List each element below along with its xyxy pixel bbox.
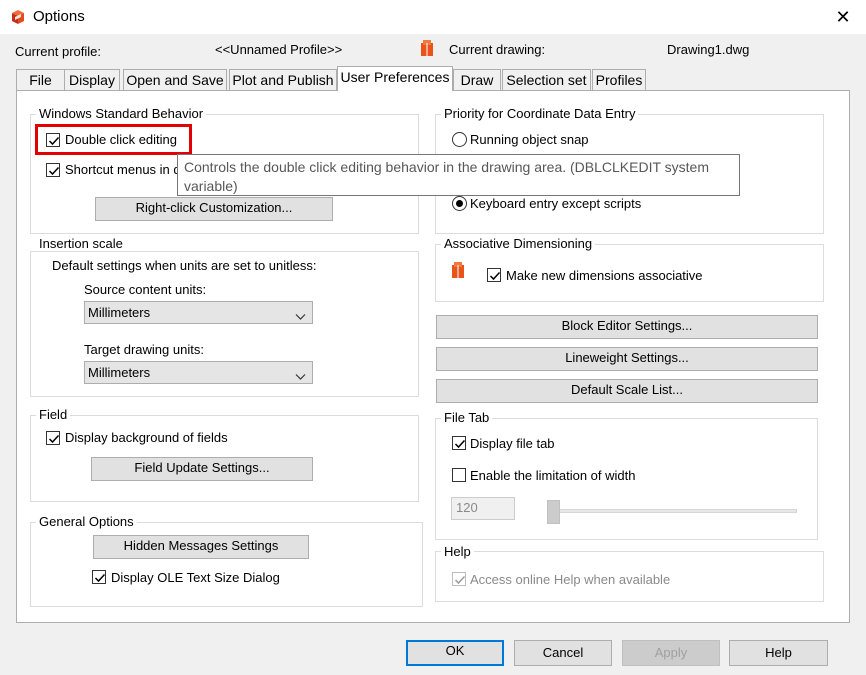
current-profile-label: Current profile: — [15, 44, 101, 59]
shortcut-menus-checkbox[interactable] — [46, 163, 60, 177]
current-drawing-label: Current drawing: — [449, 42, 546, 57]
make-associative-checkbox[interactable] — [487, 268, 501, 282]
tab-plot-and-publish[interactable]: Plot and Publish — [229, 69, 337, 90]
apply-button[interactable]: Apply — [622, 640, 720, 666]
check-icon — [454, 575, 466, 585]
check-icon — [489, 271, 501, 281]
make-associative-label: Make new dimensions associative — [506, 268, 703, 283]
tab-display[interactable]: Display — [64, 69, 120, 90]
limit-width-checkbox[interactable] — [452, 468, 466, 482]
source-units-label: Source content units: — [84, 282, 207, 297]
access-online-help-label: Access online Help when available — [470, 572, 671, 587]
running-snap-label: Running object snap — [470, 132, 589, 147]
tab-selection-set[interactable]: Selection set — [502, 69, 591, 90]
hidden-messages-settings-button[interactable]: Hidden Messages Settings — [93, 535, 309, 559]
close-icon: ✕ — [835, 7, 851, 27]
tab-file[interactable]: File — [16, 69, 65, 90]
file-tab-title: File Tab — [441, 410, 493, 425]
current-profile-value: <<Unnamed Profile>> — [215, 42, 343, 57]
windows-behavior-title: Windows Standard Behavior — [36, 106, 207, 121]
width-slider-thumb[interactable] — [547, 500, 560, 524]
access-online-help-checkbox[interactable] — [452, 572, 466, 586]
drawing-file-icon — [451, 262, 465, 279]
display-background-label: Display background of fields — [65, 430, 228, 445]
target-units-value: Millimeters — [88, 365, 151, 380]
display-file-tab-checkbox[interactable] — [452, 436, 466, 450]
cancel-button[interactable]: Cancel — [514, 640, 612, 666]
insertion-scale-description: Default settings when units are set to u… — [52, 258, 317, 273]
help-button[interactable]: Help — [729, 640, 828, 666]
check-icon — [48, 434, 60, 444]
lineweight-settings-button[interactable]: Lineweight Settings... — [436, 347, 818, 371]
check-icon — [454, 439, 466, 449]
tooltip: Controls the double click editing behavi… — [177, 154, 740, 196]
width-slider-track[interactable] — [551, 509, 797, 513]
running-snap-radio[interactable] — [452, 132, 467, 147]
tab-user-preferences[interactable]: User Preferences — [337, 66, 453, 91]
source-units-select[interactable]: Millimeters — [84, 301, 313, 324]
highlight-box — [35, 124, 192, 155]
display-file-tab-label: Display file tab — [470, 436, 555, 451]
drawing-file-icon — [420, 40, 434, 57]
title-bar — [0, 0, 866, 34]
check-icon — [94, 573, 106, 583]
check-icon — [48, 166, 60, 176]
shortcut-menus-label: Shortcut menus in d — [65, 162, 181, 177]
limit-width-label: Enable the limitation of width — [470, 468, 636, 483]
associative-title: Associative Dimensioning — [441, 236, 596, 251]
tab-draw[interactable]: Draw — [453, 69, 501, 90]
right-click-customization-button[interactable]: Right-click Customization... — [95, 197, 333, 221]
width-value-input[interactable]: 120 — [451, 497, 515, 520]
help-title: Help — [441, 544, 474, 559]
app-logo-icon — [10, 9, 26, 25]
tab-profiles[interactable]: Profiles — [592, 69, 646, 90]
priority-title: Priority for Coordinate Data Entry — [441, 106, 639, 121]
field-update-settings-button[interactable]: Field Update Settings... — [91, 457, 313, 481]
tab-open-and-save[interactable]: Open and Save — [123, 69, 227, 90]
chevron-down-icon — [295, 307, 306, 328]
keyboard-except-scripts-radio[interactable] — [452, 196, 467, 211]
radio-selected-dot — [456, 200, 463, 207]
window-title: Options — [33, 8, 85, 25]
chevron-down-icon — [295, 367, 306, 388]
source-units-value: Millimeters — [88, 305, 151, 320]
close-button[interactable]: ✕ — [828, 4, 858, 30]
block-editor-settings-button[interactable]: Block Editor Settings... — [436, 315, 818, 339]
current-drawing-value: Drawing1.dwg — [667, 42, 750, 57]
target-units-select[interactable]: Millimeters — [84, 361, 313, 384]
display-ole-checkbox[interactable] — [92, 570, 106, 584]
field-title: Field — [36, 407, 71, 422]
display-ole-label: Display OLE Text Size Dialog — [111, 570, 280, 585]
target-units-label: Target drawing units: — [84, 342, 204, 357]
ok-button[interactable]: OK — [406, 640, 504, 666]
display-background-checkbox[interactable] — [46, 431, 60, 445]
insertion-scale-title: Insertion scale — [36, 236, 126, 251]
default-scale-list-button[interactable]: Default Scale List... — [436, 379, 818, 403]
keyboard-except-scripts-label: Keyboard entry except scripts — [470, 196, 642, 211]
general-options-title: General Options — [36, 514, 137, 529]
